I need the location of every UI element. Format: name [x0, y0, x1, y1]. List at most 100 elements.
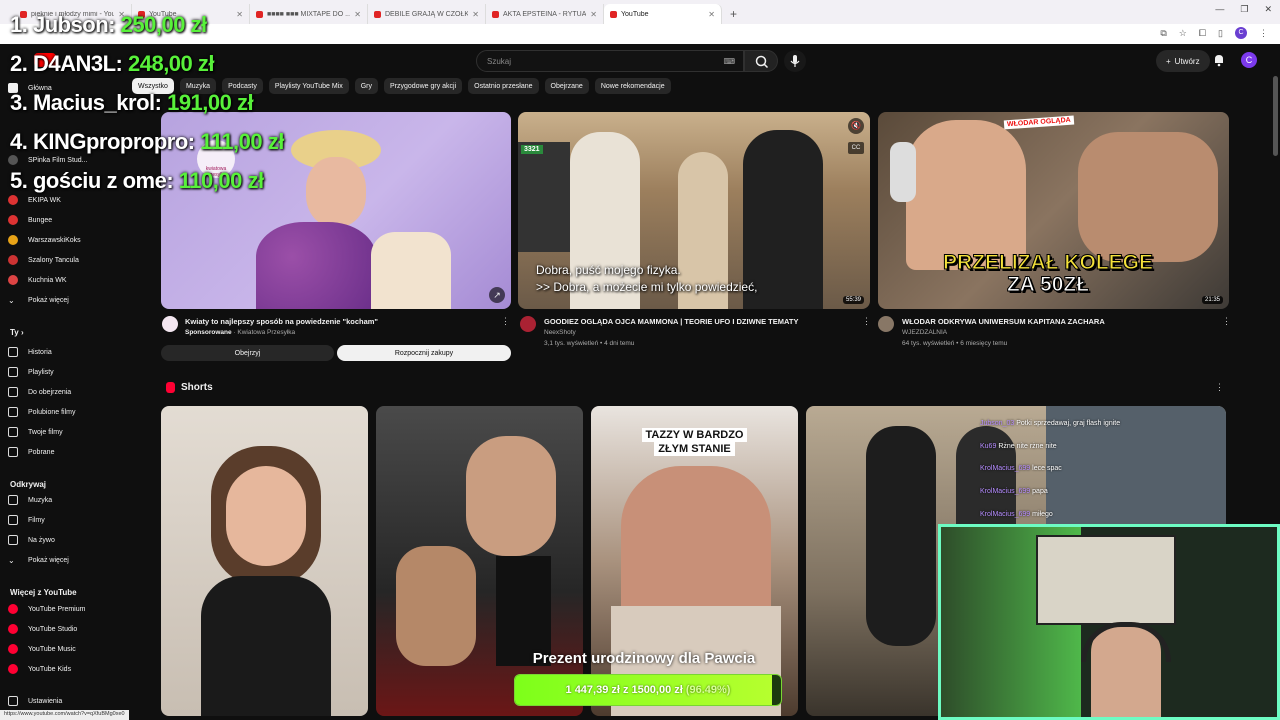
video-title[interactable]: GOODIEZ OGLĄDA OJCA MAMMONA | TEORIE UFO…	[544, 317, 798, 326]
goal-current: 1 447,39 zł	[565, 684, 620, 696]
sidebar-item-watch-later[interactable]: Do obejrzenia	[8, 384, 71, 400]
search-input[interactable]: Szukaj ⌨	[476, 50, 744, 72]
extensions-icon[interactable]: ⧠	[1199, 28, 1206, 39]
sidebar-item-settings[interactable]: Ustawienia	[8, 693, 62, 709]
sidebar-item-history[interactable]: Historia	[8, 344, 52, 360]
chip[interactable]: Ostatnio przesłane	[468, 78, 539, 94]
more-options-icon[interactable]: ⋮	[1222, 316, 1231, 327]
sidebar-item-playlists[interactable]: Playlisty	[8, 364, 54, 380]
browser-tab[interactable]: DEBILE GRAJĄ W CZÓŁKO - YouTube✕	[368, 4, 486, 24]
shop-button[interactable]: Rozpocznij zakupy	[337, 345, 511, 361]
streamer-face	[906, 120, 1026, 270]
sidebar-item-downloads[interactable]: Pobrane	[8, 444, 54, 460]
video-card[interactable]: WŁODAR OGLĄDA PRZELIZAŁ KOLEGE ZA 50ZŁ 2…	[878, 112, 1231, 352]
new-tab-button[interactable]: +	[722, 7, 745, 24]
browser-tab[interactable]: AKTA EPSTEINA - RYTUAŁY, OK...✕	[486, 4, 604, 24]
browser-tab[interactable]: ■■■■ ■■■ MIXTAPE DO ... ✕	[250, 4, 368, 24]
caption-line: >> Dobra, a możecie mi tylko powiedzieć,	[536, 280, 758, 294]
bookmark-star-icon[interactable]: ☆	[1179, 28, 1187, 39]
donor-leaderboard-entry: 5. gościu z ome: 110,00 zł	[10, 168, 264, 194]
search-button[interactable]	[744, 50, 778, 72]
goal-separator: z	[622, 684, 629, 696]
create-button[interactable]: + Utwórz	[1156, 50, 1210, 72]
video-icon	[8, 427, 18, 437]
sidebar-subscription[interactable]: Bungee	[8, 212, 52, 228]
video-thumbnail[interactable]: WŁODAR OGLĄDA PRZELIZAŁ KOLEGE ZA 50ZŁ 2…	[878, 112, 1229, 309]
sidebar-subscription[interactable]: Kuchnia WK	[8, 272, 67, 288]
channel-name[interactable]: WJEZDZALNIA	[902, 329, 947, 336]
donor-amount: 110,00 zł	[178, 168, 264, 193]
close-tab-icon[interactable]: ✕	[354, 10, 361, 19]
sidebar-show-more[interactable]: ⌄ Pokaż więcej	[8, 292, 69, 308]
video-title[interactable]: Kwiaty to najlepszy sposób na powiedzeni…	[185, 317, 378, 326]
shorts-more-options-icon[interactable]: ⋮	[1215, 382, 1224, 393]
close-tab-icon[interactable]: ✕	[236, 10, 243, 19]
voice-search-button[interactable]	[784, 50, 806, 72]
page-scrollbar[interactable]	[1273, 76, 1278, 156]
notifications-bell-icon[interactable]	[1212, 53, 1226, 67]
browser-tab-active[interactable]: YouTube ✕	[604, 4, 722, 24]
youtube-favicon-icon	[492, 10, 499, 18]
sidebar-item-live[interactable]: Na żywo	[8, 532, 55, 548]
sidebar-subscription[interactable]: EKIPA WK	[8, 192, 61, 208]
goal-target: 1500,00 zł	[631, 684, 683, 696]
sidebar-subscription[interactable]: WarszawskiKoks	[8, 232, 81, 248]
video-card[interactable]: 3321 🔇 CC 55:39 GOODIEZ OGLĄDA OJCA MAMM…	[518, 112, 871, 352]
browser-menu-icon[interactable]: ⋮	[1259, 28, 1268, 39]
sidebar-subscription[interactable]: Szalony Tancula	[8, 252, 79, 268]
donation-goal-title: Prezent urodzinowy dla Pawcia	[532, 650, 756, 667]
youtube-favicon-icon	[256, 10, 263, 18]
account-avatar[interactable]: C	[1241, 52, 1257, 68]
chip[interactable]: Gry	[354, 78, 378, 94]
channel-name[interactable]: · Kwiatowa Przesyłka	[233, 329, 295, 336]
more-options-icon[interactable]: ⋮	[862, 316, 871, 327]
close-window-icon[interactable]: ✕	[1264, 4, 1272, 15]
sidebar-icon[interactable]: ▯	[1218, 28, 1223, 39]
chip[interactable]: Playlisty YouTube Mix	[268, 78, 349, 94]
short-card[interactable]	[376, 406, 583, 716]
chat-message: KrolMacius_699 lece spac	[980, 465, 1062, 472]
chip[interactable]: Nowe rekomendacje	[594, 78, 671, 94]
overlay-line: TAZZY W BARDZO	[641, 428, 748, 442]
donor-name: 4. KINGpropropro:	[10, 129, 195, 154]
close-tab-icon[interactable]: ✕	[472, 10, 479, 19]
cast-icon[interactable]: ⧉	[1160, 28, 1166, 39]
channel-avatar[interactable]	[162, 316, 178, 332]
donor-amount: 111,00 zł	[200, 129, 284, 154]
sidebar-item-kids[interactable]: YouTube Kids	[8, 661, 71, 677]
sidebar-item-music-app[interactable]: YouTube Music	[8, 641, 76, 657]
watch-button[interactable]: Obejrzyj	[161, 345, 334, 361]
chip[interactable]: Obejrzane	[544, 78, 589, 94]
sidebar-explore-more[interactable]: ⌄ Pokaż więcej	[8, 552, 69, 568]
sidebar-item-movies[interactable]: Filmy	[8, 512, 45, 528]
chip[interactable]: Przygodowe gry akcji	[384, 78, 463, 94]
sidebar-item-your-videos[interactable]: Twoje filmy	[8, 424, 63, 440]
music-icon	[8, 495, 18, 505]
close-tab-icon[interactable]: ✕	[708, 10, 715, 19]
short-card[interactable]	[161, 406, 368, 716]
external-link-icon[interactable]: ↗	[489, 287, 505, 303]
sidebar-item-studio[interactable]: YouTube Studio	[8, 621, 77, 637]
screen: pięknie i młodzy mimi - YouTube✕ YouTube…	[0, 0, 1280, 720]
video-title[interactable]: WŁODAR ODKRYWA UNIWERSUM KAPITANA ZACHAR…	[902, 317, 1105, 326]
thumbnail-text-line: ZA 50ZŁ	[1006, 273, 1090, 296]
gear-icon	[8, 696, 18, 706]
donor-leaderboard-entry: 4. KINGpropropro: 111,00 zł	[10, 129, 284, 155]
captions-icon[interactable]: CC	[848, 142, 864, 154]
sidebar-item-premium[interactable]: YouTube Premium	[8, 601, 85, 617]
chat-text: papa	[1032, 488, 1048, 495]
short-card[interactable]: TAZZY W BARDZO ZŁYM STANIE	[591, 406, 798, 716]
minimize-icon[interactable]: —	[1215, 4, 1224, 15]
mute-icon[interactable]: 🔇	[848, 118, 864, 134]
browser-profile-avatar[interactable]: C	[1235, 27, 1247, 39]
channel-name[interactable]: NeexShoty	[544, 329, 576, 336]
close-tab-icon[interactable]: ✕	[590, 10, 597, 19]
sidebar-section-you[interactable]: Ty ›	[10, 328, 24, 337]
channel-avatar[interactable]	[878, 316, 894, 332]
channel-avatar[interactable]	[520, 316, 536, 332]
keyboard-icon[interactable]: ⌨	[723, 57, 735, 66]
maximize-icon[interactable]: ❐	[1240, 4, 1248, 15]
more-options-icon[interactable]: ⋮	[501, 316, 510, 327]
sidebar-item-liked[interactable]: Polubione filmy	[8, 404, 75, 420]
sidebar-item-music[interactable]: Muzyka	[8, 492, 52, 508]
